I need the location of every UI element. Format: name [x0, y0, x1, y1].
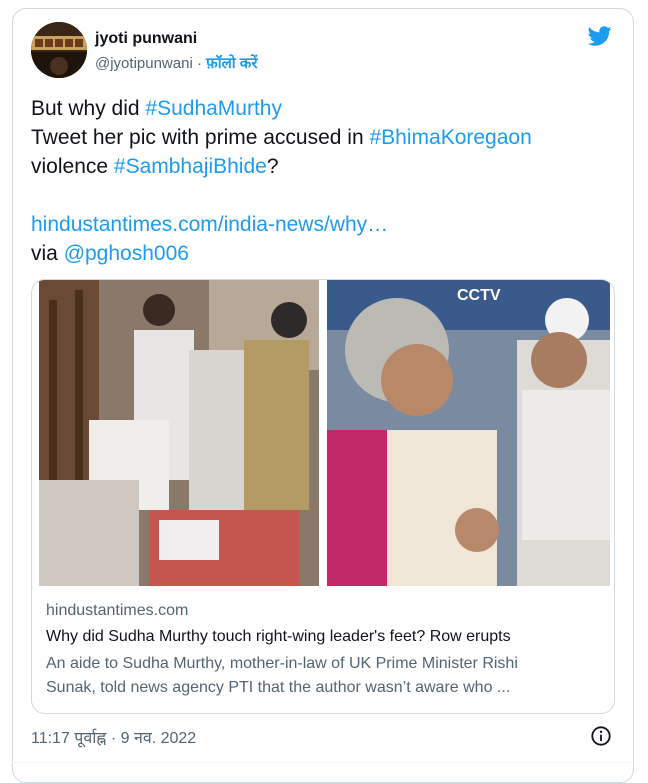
link-title: Why did Sudha Murthy touch right-wing le… [46, 628, 511, 645]
tweet-line-3: violence #SambhajiBhide? [31, 152, 621, 181]
tweet-line-via: via @pghosh006 [31, 239, 621, 268]
tweet-line-1: But why did #SudhaMurthy [31, 94, 621, 123]
mention-link[interactable]: @pghosh006 [64, 242, 189, 265]
tweet-line-2: Tweet her pic with prime accused in #Bhi… [31, 123, 621, 152]
hashtag-link[interactable]: #SudhaMurthy [145, 97, 282, 120]
separator-dot: · [192, 55, 207, 72]
cctv-sign-text: CCTV [457, 287, 501, 304]
tweet-text-part: Tweet her pic with prime accused in [31, 126, 370, 149]
tweet-text: But why did #SudhaMurthy Tweet her pic w… [31, 94, 621, 268]
divider [12, 762, 634, 763]
link-description: An aide to Sudha Murthy, mother-in-law o… [46, 655, 518, 696]
info-icon[interactable] [590, 725, 612, 747]
author-name[interactable]: jyoti punwani [95, 30, 197, 48]
via-label: via [31, 242, 64, 265]
follow-button[interactable]: फ़ॉलो करें [206, 55, 257, 72]
link-preview-card[interactable]: CCTV hindustantimes.com Why did Sudha Mu… [31, 279, 615, 714]
tweet-timestamp[interactable]: 11:17 पूर्वाह्न · 9 नव. 2022 [31, 726, 196, 748]
tweet-line-url: hindustantimes.com/india-news/why… [31, 210, 621, 239]
avatar[interactable] [31, 22, 87, 78]
hashtag-link[interactable]: #SambhajiBhide [114, 155, 267, 178]
author-handle-row: @jyotipunwani · फ़ॉलो करें [95, 53, 257, 73]
hashtag-link[interactable]: #BhimaKoregaon [369, 126, 531, 149]
twitter-bird-icon[interactable] [586, 24, 614, 48]
preview-image-left [39, 280, 319, 586]
preview-image-right: CCTV [327, 280, 610, 586]
link-domain: hindustantimes.com [46, 602, 189, 619]
tweet-text-part: But why did [31, 97, 146, 120]
tweet-text-part: violence [31, 155, 114, 178]
article-url-link[interactable]: hindustantimes.com/india-news/why… [31, 213, 388, 236]
tweet-text-part: ? [266, 155, 279, 178]
author-handle[interactable]: @jyotipunwani [95, 55, 193, 72]
